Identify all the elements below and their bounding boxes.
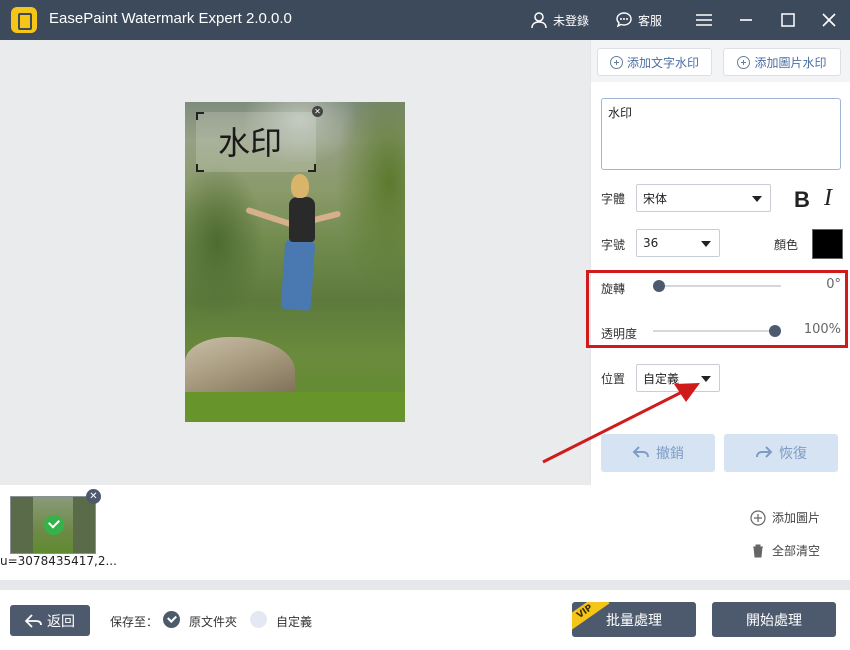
maximize-icon: [781, 13, 795, 27]
close-button[interactable]: [817, 8, 841, 32]
chevron-down-icon: [701, 241, 711, 247]
chevron-down-icon: [752, 196, 762, 202]
batch-process-button[interactable]: VIP 批量處理: [572, 602, 696, 637]
check-icon: [44, 515, 64, 535]
trash-icon: [753, 544, 763, 557]
clear-all-button[interactable]: 全部清空: [750, 542, 820, 559]
back-arrow-icon: [25, 613, 42, 628]
add-image-label: 添加圖片: [772, 511, 821, 525]
settings-panel: 添加文字水印 添加圖片水印 字體 宋体 B I 字號 36 顏色 旋轉 0° 透…: [590, 40, 850, 485]
redo-button[interactable]: 恢復: [724, 434, 838, 472]
font-select[interactable]: 宋体: [636, 184, 771, 212]
vip-badge: VIP: [572, 602, 610, 633]
redo-icon: [756, 446, 773, 458]
watermark-box[interactable]: 水印 ✕: [196, 106, 323, 172]
font-value: 宋体: [643, 191, 668, 206]
add-image-button[interactable]: 添加圖片: [750, 509, 820, 526]
size-value: 36: [643, 236, 659, 250]
app-logo-icon: [11, 7, 37, 33]
remove-image-icon[interactable]: ✕: [86, 489, 101, 504]
undo-label: 撤銷: [656, 446, 684, 462]
start-process-label: 開始處理: [746, 612, 802, 629]
add-image-watermark-label: 添加圖片水印: [754, 55, 827, 70]
size-select[interactable]: 36: [636, 229, 720, 257]
watermark-text-input[interactable]: [601, 98, 841, 170]
position-label: 位置: [601, 372, 626, 386]
plus-icon: [609, 55, 623, 69]
clear-all-label: 全部清空: [772, 544, 821, 558]
plus-circle-icon: [750, 509, 766, 526]
bottom-bar: 返回 保存至： 原文件夾 自定義 VIP 批量處理 開始處理: [0, 590, 850, 650]
user-icon: [531, 12, 547, 29]
app-title: EasePaint Watermark Expert 2.0.0.0: [49, 10, 292, 27]
add-text-watermark-label: 添加文字水印: [626, 55, 699, 70]
custom-folder-label[interactable]: 自定義: [276, 613, 312, 630]
close-icon: [822, 13, 836, 27]
login-button[interactable]: 未登錄: [530, 10, 589, 30]
menu-button[interactable]: [692, 8, 716, 32]
watermark-text[interactable]: 水印: [218, 118, 282, 164]
batch-process-label: 批量處理: [606, 612, 662, 629]
back-button[interactable]: 返回: [10, 605, 90, 636]
panel-toolbar: 添加文字水印 添加圖片水印: [591, 40, 850, 82]
radio-original-folder[interactable]: [163, 611, 180, 628]
color-label: 顏色: [774, 238, 799, 252]
title-bar: EasePaint Watermark Expert 2.0.0.0 未登錄 客…: [0, 0, 850, 40]
divider: [0, 580, 850, 590]
radio-custom-folder[interactable]: [250, 611, 267, 628]
support-button[interactable]: 客服: [615, 10, 662, 30]
chat-icon: [616, 12, 632, 28]
color-swatch[interactable]: [812, 229, 843, 259]
font-label: 字體: [601, 192, 626, 206]
size-label: 字號: [601, 238, 626, 252]
position-select[interactable]: 自定義: [636, 364, 720, 392]
minimize-button[interactable]: [734, 8, 758, 32]
preview-canvas: 水印 ✕: [0, 40, 590, 485]
hamburger-icon: [696, 14, 712, 26]
add-text-watermark-button[interactable]: 添加文字水印: [597, 48, 712, 76]
log-image: [185, 337, 295, 399]
preview-photo: 水印 ✕: [185, 102, 405, 422]
minimize-icon: [740, 19, 752, 21]
undo-icon: [632, 446, 649, 458]
position-value: 自定義: [643, 371, 680, 386]
save-to-label: 保存至：: [110, 615, 159, 629]
back-label: 返回: [47, 613, 75, 630]
image-list: ✕ u=3078435417,2... 添加圖片 全部清空: [0, 485, 850, 580]
support-label: 客服: [638, 13, 663, 28]
chevron-down-icon: [701, 376, 711, 382]
annotation-highlight-box: [586, 270, 848, 348]
image-thumbnail[interactable]: [10, 496, 96, 554]
thumbnail-filename: u=3078435417,2...: [0, 554, 117, 568]
bold-button[interactable]: B: [794, 187, 810, 213]
redo-label: 恢復: [779, 446, 807, 462]
italic-button[interactable]: I: [824, 185, 832, 212]
watermark-remove-icon[interactable]: ✕: [312, 106, 323, 117]
original-folder-label[interactable]: 原文件夾: [189, 613, 237, 630]
plus-icon: [737, 55, 751, 69]
undo-button[interactable]: 撤銷: [601, 434, 715, 472]
maximize-button[interactable]: [776, 8, 800, 32]
login-label: 未登錄: [553, 13, 590, 28]
start-process-button[interactable]: 開始處理: [712, 602, 836, 637]
add-image-watermark-button[interactable]: 添加圖片水印: [723, 48, 841, 76]
